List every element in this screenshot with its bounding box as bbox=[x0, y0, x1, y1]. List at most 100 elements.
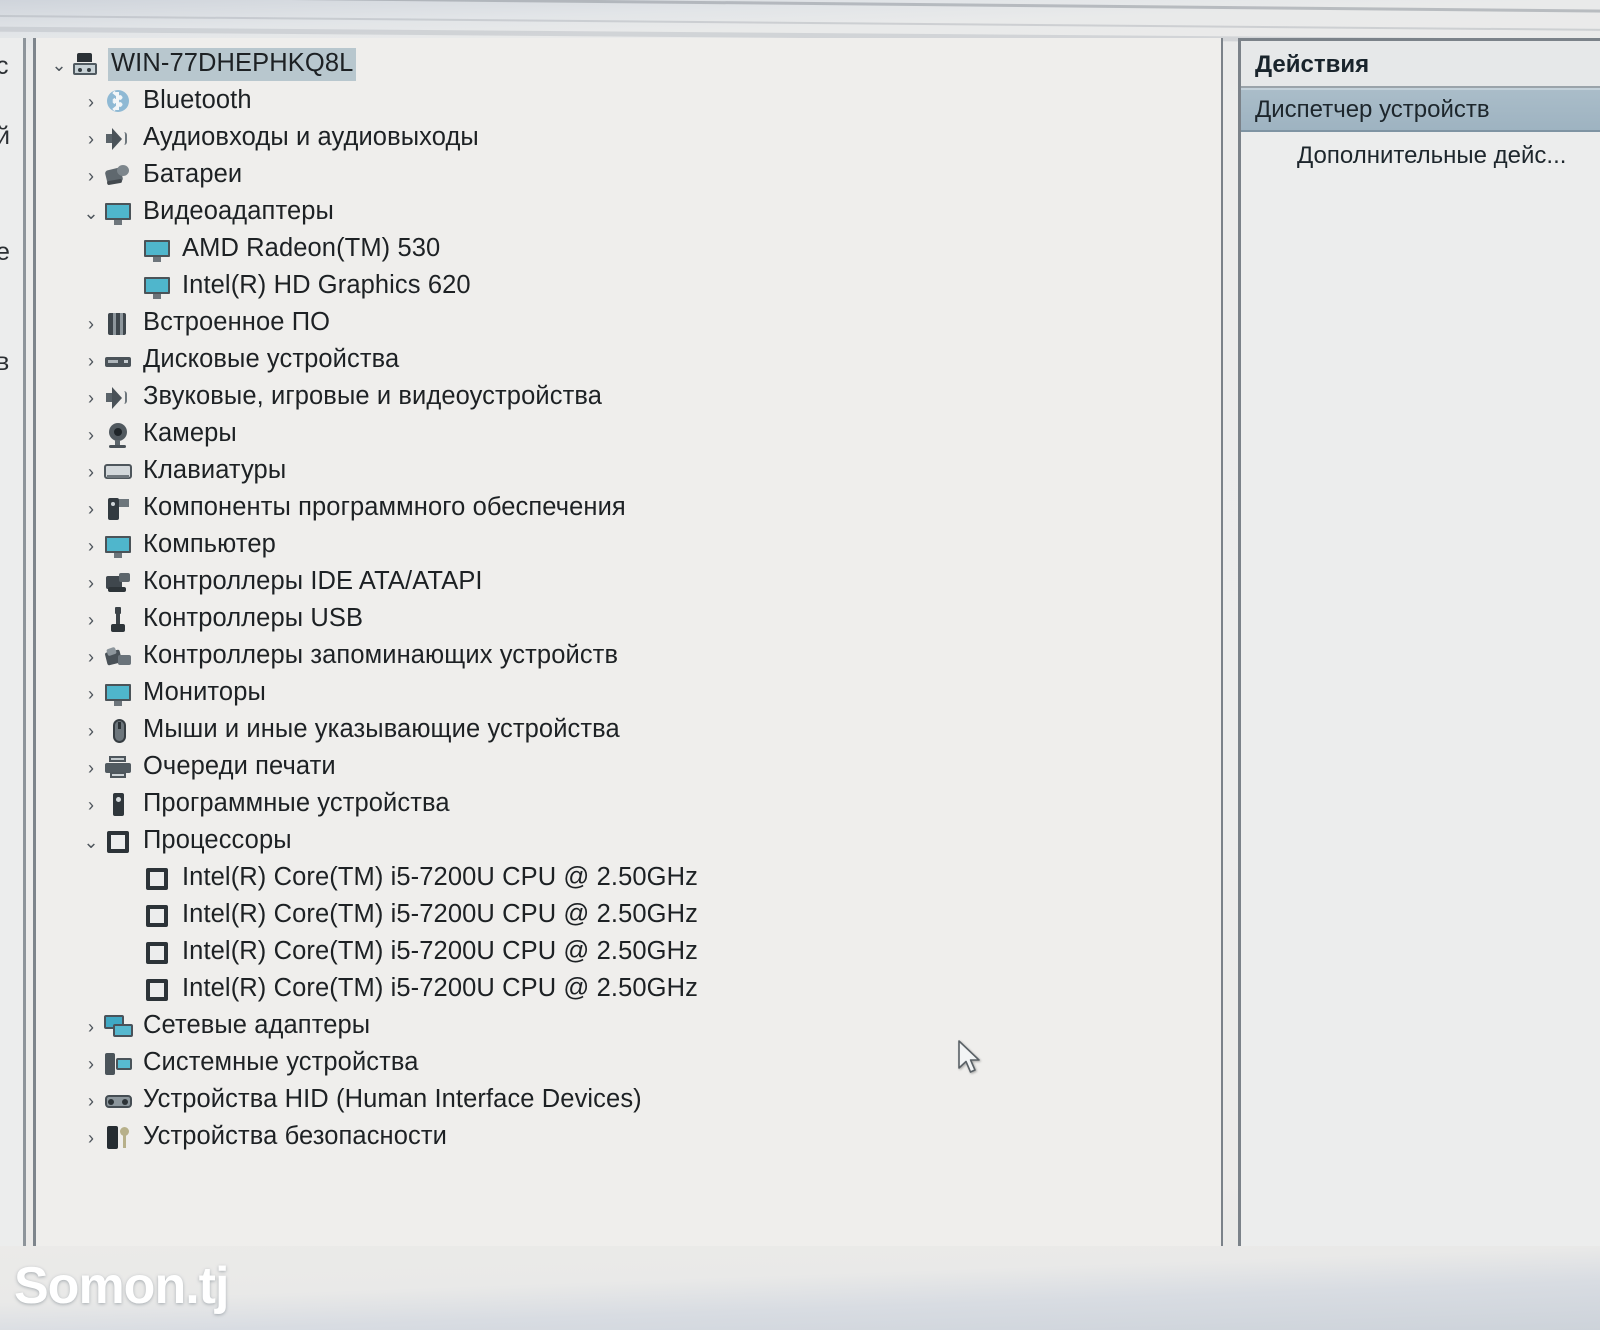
tree-node-display-adapters[interactable]: ⌄ Видеоадаптеры bbox=[36, 194, 1221, 231]
display-adapter-icon bbox=[143, 274, 173, 300]
tree-node-print-queues[interactable]: › Очереди печати bbox=[36, 749, 1221, 786]
tree-node-intel-hd-graphics[interactable]: Intel(R) HD Graphics 620 bbox=[36, 268, 1221, 305]
software-device-icon bbox=[104, 792, 134, 818]
tree-node-keyboards[interactable]: › Клавиатуры bbox=[36, 453, 1221, 490]
tree-node-batteries[interactable]: › Батареи bbox=[36, 157, 1221, 194]
tree-node-label: Компьютер bbox=[143, 529, 276, 558]
chevron-right-icon[interactable]: › bbox=[78, 1018, 104, 1036]
printer-icon bbox=[104, 755, 134, 781]
chevron-right-icon[interactable]: › bbox=[78, 93, 104, 111]
firmware-icon bbox=[104, 311, 134, 337]
actions-item-device-manager[interactable]: Диспетчер устройств bbox=[1241, 88, 1600, 132]
tree-node-cpu-core[interactable]: Intel(R) Core(TM) i5-7200U CPU @ 2.50GHz bbox=[36, 934, 1221, 971]
device-manager-window: с й е в ⌄ WIN-77DHEPHKQ8L › Bluetooth › … bbox=[0, 38, 1600, 1246]
chevron-right-icon[interactable]: › bbox=[78, 759, 104, 777]
tree-node-cpu-core[interactable]: Intel(R) Core(TM) i5-7200U CPU @ 2.50GHz bbox=[36, 897, 1221, 934]
tree-node-software-devices[interactable]: › Программные устройства bbox=[36, 786, 1221, 823]
tree-node-hid-devices[interactable]: › Устройства HID (Human Interface Device… bbox=[36, 1082, 1221, 1119]
tree-node-label: Видеоадаптеры bbox=[143, 196, 334, 225]
tree-node-label: Камеры bbox=[143, 418, 237, 447]
chevron-right-icon[interactable]: › bbox=[78, 722, 104, 740]
tree-node-computer[interactable]: › Компьютер bbox=[36, 527, 1221, 564]
tree-node-label: Intel(R) Core(TM) i5-7200U CPU @ 2.50GHz bbox=[182, 862, 698, 891]
chevron-right-icon[interactable]: › bbox=[78, 537, 104, 555]
tree-node-cameras[interactable]: › Камеры bbox=[36, 416, 1221, 453]
tree-node-label: Мыши и иные указывающие устройства bbox=[143, 714, 620, 743]
chevron-right-icon[interactable]: › bbox=[78, 648, 104, 666]
tree-node-disk-drives[interactable]: › Дисковые устройства bbox=[36, 342, 1221, 379]
tree-node-security-devices[interactable]: › Устройства безопасности bbox=[36, 1119, 1221, 1156]
chevron-right-icon[interactable]: › bbox=[78, 685, 104, 703]
tree-node-cpu-core[interactable]: Intel(R) Core(TM) i5-7200U CPU @ 2.50GHz bbox=[36, 860, 1221, 897]
hid-icon bbox=[104, 1088, 134, 1114]
tree-node-label: Сетевые адаптеры bbox=[143, 1010, 371, 1039]
tree-node-mice[interactable]: › Мыши и иные указывающие устройства bbox=[36, 712, 1221, 749]
screen-glare-line bbox=[0, 0, 1600, 14]
chevron-down-icon[interactable]: ⌄ bbox=[78, 833, 104, 851]
tree-node-label: Устройства безопасности bbox=[143, 1121, 447, 1150]
tree-node-firmware[interactable]: › Встроенное ПО bbox=[36, 305, 1221, 342]
tree-node-root[interactable]: ⌄ WIN-77DHEPHKQ8L bbox=[36, 46, 1221, 83]
chevron-right-icon[interactable]: › bbox=[78, 426, 104, 444]
tree-node-label: Устройства HID (Human Interface Devices) bbox=[143, 1084, 642, 1113]
chevron-right-icon[interactable]: › bbox=[78, 352, 104, 370]
tree-node-label: Аудиовходы и аудиовыходы bbox=[143, 122, 479, 151]
disk-drive-icon bbox=[104, 348, 134, 374]
battery-icon bbox=[104, 163, 134, 189]
processor-icon bbox=[143, 866, 173, 892]
left-text-fragment: й bbox=[0, 122, 10, 151]
display-adapter-icon bbox=[143, 237, 173, 263]
screen-glare-line bbox=[0, 14, 1600, 32]
chevron-right-icon[interactable]: › bbox=[78, 389, 104, 407]
tree-node-software-components[interactable]: › Компоненты программного обеспечения bbox=[36, 490, 1221, 527]
processor-icon bbox=[143, 940, 173, 966]
tree-node-usb-controllers[interactable]: › Контроллеры USB bbox=[36, 601, 1221, 638]
tree-node-sound-video-game[interactable]: › Звуковые, игровые и видеоустройства bbox=[36, 379, 1221, 416]
chevron-right-icon[interactable]: › bbox=[78, 130, 104, 148]
tree-node-label: Контроллеры запоминающих устройств bbox=[143, 640, 619, 669]
bluetooth-icon bbox=[104, 89, 134, 115]
tree-node-label: Звуковые, игровые и видеоустройства bbox=[143, 381, 602, 410]
chevron-down-icon[interactable]: ⌄ bbox=[46, 56, 72, 74]
left-edge-panel: с й е в bbox=[0, 38, 26, 1246]
device-tree[interactable]: ⌄ WIN-77DHEPHKQ8L › Bluetooth › Аудиовхо… bbox=[33, 38, 1223, 1246]
chevron-right-icon[interactable]: › bbox=[78, 1055, 104, 1073]
tree-node-label: Встроенное ПО bbox=[143, 307, 331, 336]
chevron-right-icon[interactable]: › bbox=[78, 463, 104, 481]
chevron-right-icon[interactable]: › bbox=[78, 167, 104, 185]
chevron-right-icon[interactable]: › bbox=[78, 611, 104, 629]
tree-node-network-adapters[interactable]: › Сетевые адаптеры bbox=[36, 1008, 1221, 1045]
chevron-right-icon[interactable]: › bbox=[78, 1129, 104, 1147]
tree-node-label: WIN-77DHEPHKQ8L bbox=[111, 48, 354, 79]
tree-node-storage-controllers[interactable]: › Контроллеры запоминающих устройств bbox=[36, 638, 1221, 675]
display-adapter-icon bbox=[104, 200, 134, 226]
actions-item-label: Диспетчер устройств bbox=[1255, 96, 1490, 123]
actions-item-label: Дополнительные дейс... bbox=[1297, 142, 1567, 169]
tree-node-processors[interactable]: ⌄ Процессоры bbox=[36, 823, 1221, 860]
tree-node-bluetooth[interactable]: › Bluetooth bbox=[36, 83, 1221, 120]
chevron-down-icon[interactable]: ⌄ bbox=[78, 204, 104, 222]
chevron-right-icon[interactable]: › bbox=[78, 1092, 104, 1110]
chevron-right-icon[interactable]: › bbox=[78, 796, 104, 814]
tree-node-amd-radeon[interactable]: AMD Radeon(TM) 530 bbox=[36, 231, 1221, 268]
chevron-right-icon[interactable]: › bbox=[78, 500, 104, 518]
tree-node-label: Программные устройства bbox=[143, 788, 450, 817]
tree-node-monitors[interactable]: › Мониторы bbox=[36, 675, 1221, 712]
chevron-right-icon[interactable]: › bbox=[78, 574, 104, 592]
tree-node-system-devices[interactable]: › Системные устройства bbox=[36, 1045, 1221, 1082]
monitor-icon bbox=[104, 533, 134, 559]
camera-icon bbox=[104, 422, 134, 448]
tree-node-ide-controllers[interactable]: › Контроллеры IDE ATA/ATAPI bbox=[36, 564, 1221, 601]
tree-node-label: Контроллеры IDE ATA/ATAPI bbox=[143, 566, 483, 595]
tree-node-label: Intel(R) HD Graphics 620 bbox=[182, 270, 471, 299]
tree-node-label: AMD Radeon(TM) 530 bbox=[182, 233, 441, 262]
tree-node-label: Батареи bbox=[143, 159, 243, 188]
software-component-icon bbox=[104, 496, 134, 522]
tree-node-cpu-core[interactable]: Intel(R) Core(TM) i5-7200U CPU @ 2.50GHz bbox=[36, 971, 1221, 1008]
chevron-right-icon[interactable]: › bbox=[78, 315, 104, 333]
processor-icon bbox=[143, 977, 173, 1003]
screen-photo: с й е в ⌄ WIN-77DHEPHKQ8L › Bluetooth › … bbox=[0, 0, 1600, 1330]
tree-node-label: Мониторы bbox=[143, 677, 266, 706]
actions-item-more-actions[interactable]: Дополнительные дейс... bbox=[1241, 132, 1600, 180]
tree-node-audio-io[interactable]: › Аудиовходы и аудиовыходы bbox=[36, 120, 1221, 157]
